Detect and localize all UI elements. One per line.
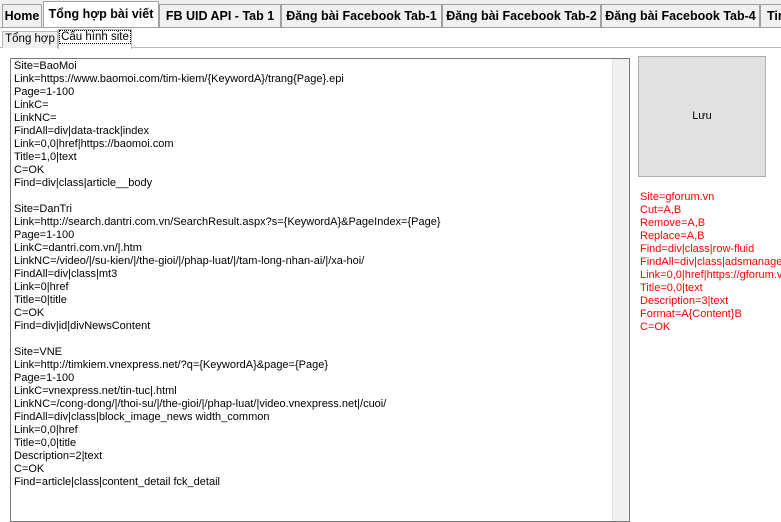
sample-config-line: Format=A{Content}B <box>640 308 742 320</box>
config-panel: Site=BaoMoi Link=https://www.baomoi.com/t… <box>0 48 781 522</box>
config-line: C=OK <box>14 164 45 176</box>
tab-dang-bai-facebook-2[interactable]: Đăng bài Facebook Tab-2 <box>442 4 601 27</box>
config-line: Find=article|class|content_detail fck_de… <box>14 476 220 488</box>
sample-config-line: Link=0,0|href|https://gforum.vn <box>640 269 781 281</box>
config-line: FindAll=div|class|block_image_news width… <box>14 411 270 423</box>
site-config-textarea[interactable]: Site=BaoMoi Link=https://www.baomoi.com/t… <box>10 58 630 522</box>
config-line: C=OK <box>14 463 45 475</box>
config-line: Title=0,0|title <box>14 437 77 449</box>
subtab-tong-hop[interactable]: Tổng hợp <box>2 31 58 48</box>
sample-config-line: Title=0,0|text <box>640 282 703 294</box>
config-line: Link=0,0|href <box>14 424 78 436</box>
config-line: Page=1-100 <box>14 229 75 241</box>
tab-dang-bai-facebook-4[interactable]: Đăng bài Facebook Tab-4 <box>601 4 760 27</box>
config-line: Site=VNE <box>14 346 62 358</box>
sample-config-line: Cut=A,B <box>640 204 682 216</box>
config-line: LinkNC=/video/|/su-kien/|/the-gioi/|/pha… <box>14 255 365 267</box>
config-line: LinkC=vnexpress.net/tin-tuc|.html <box>14 385 177 397</box>
config-line: Title=0|title <box>14 294 67 306</box>
sample-config-line: FindAll=div|class|adsmanager-g <box>640 256 781 268</box>
config-line <box>14 333 611 346</box>
site-config-text: Site=BaoMoi Link=https://www.baomoi.com/t… <box>14 60 611 489</box>
sample-config-line: Replace=A,B <box>640 230 705 242</box>
sample-config-line: Find=div|class|row-fluid <box>640 243 755 255</box>
config-line: Link=0,0|href|https://baomoi.com <box>14 138 174 150</box>
config-line: C=OK <box>14 307 45 319</box>
config-line: Link=0|href <box>14 281 69 293</box>
config-line <box>14 190 611 203</box>
config-line: Link=http://search.dantri.com.vn/SearchR… <box>14 216 441 228</box>
sample-config-line: Site=gforum.vn <box>640 191 715 203</box>
sub-tab-strip: Tổng hợp Cấu hình site <box>0 28 781 49</box>
tab-tin-truncated[interactable]: Tin <box>760 4 781 27</box>
save-button[interactable]: Lưu <box>638 56 766 177</box>
sample-config-text: Site=gforum.vn Cut=A,B Remove=A,B Replace=A… <box>640 191 781 334</box>
config-line: Link=https://www.baomoi.com/tim-kiem/{Ke… <box>14 73 344 85</box>
config-line: Find=div|id|divNewsContent <box>14 320 151 332</box>
config-line: FindAll=div|data-track|index <box>14 125 150 137</box>
config-line: Title=1,0|text <box>14 151 77 163</box>
sample-config-line: Remove=A,B <box>640 217 706 229</box>
config-line: Page=1-100 <box>14 372 75 384</box>
sample-config-line: C=OK <box>640 321 671 333</box>
tab-fb-uid-api-1[interactable]: FB UID API - Tab 1 <box>159 4 281 27</box>
config-line: FindAll=div|class|mt3 <box>14 268 118 280</box>
config-line: LinkC= <box>14 99 49 111</box>
config-line: LinkNC=/cong-dong/|/thoi-su/|/the-gioi/|… <box>14 398 387 410</box>
config-line: Site=BaoMoi <box>14 60 77 72</box>
config-line: Site=DanTri <box>14 203 72 215</box>
config-line: LinkC=dantri.com.vn/|.htm <box>14 242 142 254</box>
config-line: Description=2|text <box>14 450 103 462</box>
tab-tong-hop-bai-viet[interactable]: Tổng hợp bài viết <box>43 1 159 27</box>
config-line: LinkNC= <box>14 112 57 124</box>
subtab-cau-hinh-site-label: Cấu hình site <box>59 30 131 44</box>
subtab-cau-hinh-site[interactable]: Cấu hình site <box>58 29 132 49</box>
config-line: Page=1-100 <box>14 86 75 98</box>
tab-home[interactable]: Home <box>2 4 42 27</box>
editor-scrollbar[interactable] <box>612 59 629 521</box>
tab-dang-bai-facebook-1[interactable]: Đăng bài Facebook Tab-1 <box>281 4 442 27</box>
main-tab-strip: Home Tổng hợp bài viết FB UID API - Tab … <box>0 0 781 28</box>
sample-config-line: Description=3|text <box>640 295 729 307</box>
config-line: Find=div|class|article__body <box>14 177 153 189</box>
config-line: Link=http://timkiem.vnexpress.net/?q={Ke… <box>14 359 329 371</box>
